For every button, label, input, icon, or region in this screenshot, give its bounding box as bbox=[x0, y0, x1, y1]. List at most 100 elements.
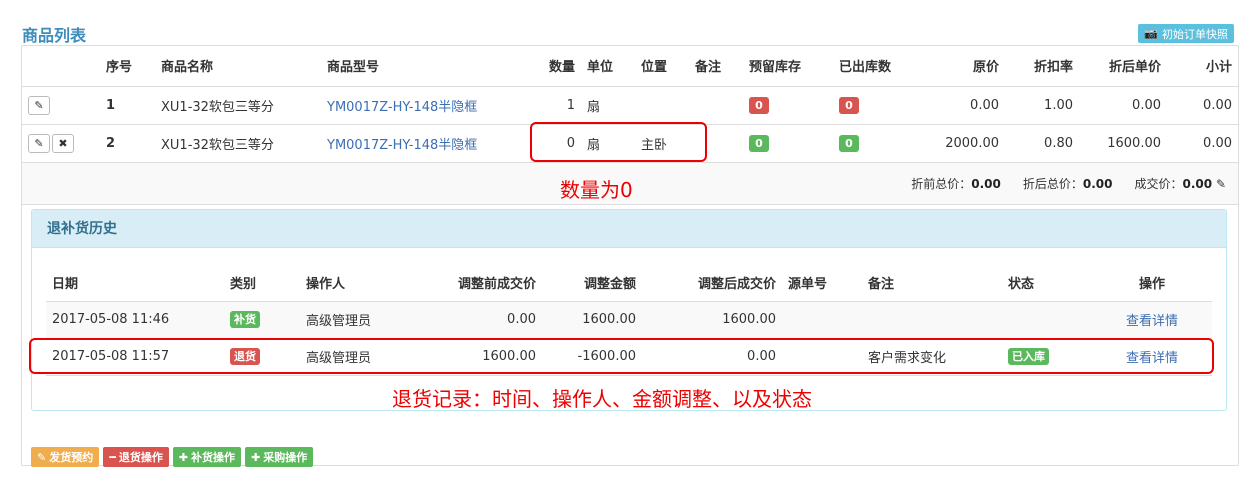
row-subtotal: 0.00 bbox=[1203, 135, 1232, 151]
deal-price: 成交价：0.00 ✎ bbox=[1134, 175, 1226, 192]
row-note bbox=[689, 86, 743, 124]
hist-before: 0.00 bbox=[507, 312, 536, 327]
col-model: 商品型号 bbox=[327, 60, 380, 76]
row-name: XU1-32软包三等分 bbox=[161, 137, 274, 153]
col-unit: 单位 bbox=[587, 60, 614, 76]
hcol-after: 调整后成交价 bbox=[642, 264, 782, 302]
hcol-status: 状态 bbox=[1002, 264, 1092, 302]
hcol-action: 操作 bbox=[1092, 264, 1212, 302]
ship-label: 发货预约 bbox=[49, 451, 94, 464]
history-row: 2017-05-08 11:46 补货 高级管理员 0.00 1600.00 1… bbox=[46, 301, 1212, 338]
deal-price-value: 0.00 bbox=[1182, 176, 1213, 191]
hist-status bbox=[1002, 301, 1092, 338]
purchase-label: 采购操作 bbox=[263, 451, 308, 464]
col-discount: 折扣率 bbox=[1033, 60, 1073, 76]
history-panel: 退补货历史 日期 类别 操作人 调整前成交价 调整金额 调整后成交价 源单号 备… bbox=[31, 209, 1227, 411]
total-after-label: 折后总价： bbox=[1022, 176, 1083, 191]
hist-date: 2017-05-08 11:46 bbox=[52, 312, 170, 327]
col-actions bbox=[22, 46, 100, 86]
col-reserved: 预留库存 bbox=[749, 60, 802, 76]
history-annotation-box bbox=[29, 338, 1214, 374]
shipped-badge: 0 bbox=[839, 134, 859, 152]
ship-appointment-button[interactable]: ✎ 发货预约 bbox=[31, 447, 100, 467]
row-discount: 1.00 bbox=[1044, 97, 1073, 113]
row-location bbox=[635, 86, 689, 124]
total-after: 折后总价：0.00 bbox=[1023, 175, 1113, 192]
deal-price-label: 成交价： bbox=[1134, 176, 1183, 191]
col-name: 商品名称 bbox=[161, 60, 214, 76]
hist-operator: 高级管理员 bbox=[306, 314, 372, 329]
col-note: 备注 bbox=[695, 60, 722, 76]
history-annotation: 退货记录：时间、操作人、金额调整、以及状态 bbox=[392, 387, 812, 411]
col-price: 原价 bbox=[972, 60, 999, 76]
goods-row: ✎ 1 XU1-32软包三等分 YM0017Z-HY-148半隐框 1 扇 0 … bbox=[22, 86, 1238, 124]
col-unit-after: 折后单价 bbox=[1108, 60, 1161, 76]
row-actions: ✎ ✖ bbox=[22, 124, 100, 162]
total-after-value: 0.00 bbox=[1082, 176, 1113, 191]
return-button[interactable]: ━ 退货操作 bbox=[103, 447, 169, 467]
col-seq: 序号 bbox=[106, 60, 133, 76]
hcol-amount: 调整金额 bbox=[542, 264, 642, 302]
row-price: 0.00 bbox=[970, 97, 999, 113]
history-header-row: 日期 类别 操作人 调整前成交价 调整金额 调整后成交价 源单号 备注 状态 操… bbox=[46, 264, 1212, 302]
qty-annotation: 数量为0 bbox=[560, 178, 633, 202]
qty-annotation-box bbox=[530, 122, 707, 162]
close-icon[interactable]: ✖ bbox=[52, 133, 74, 153]
hist-type: 补货 bbox=[224, 301, 300, 338]
row-subtotal: 0.00 bbox=[1203, 97, 1232, 113]
pencil-icon: ✎ bbox=[37, 450, 47, 464]
minus-icon: ━ bbox=[109, 450, 116, 464]
pencil-icon[interactable]: ✎ bbox=[28, 133, 50, 153]
row-model-link[interactable]: YM0017Z-HY-148半隐框 bbox=[321, 124, 521, 162]
view-detail-link[interactable]: 查看详情 bbox=[1092, 301, 1212, 338]
snapshot-label: 初始订单快照 bbox=[1162, 27, 1228, 41]
pencil-icon[interactable]: ✎ bbox=[1216, 177, 1226, 191]
row-unit-after: 1600.00 bbox=[1107, 135, 1161, 151]
plus-icon: ✚ bbox=[178, 450, 189, 464]
hist-note bbox=[862, 301, 1002, 338]
col-location: 位置 bbox=[641, 60, 668, 76]
hist-amount: 1600.00 bbox=[582, 312, 636, 327]
return-label: 退货操作 bbox=[118, 451, 163, 464]
history-title: 退补货历史 bbox=[32, 210, 1226, 248]
restock-label: 补货操作 bbox=[191, 451, 236, 464]
footer-actions: ✎ 发货预约 ━ 退货操作 ✚ 补货操作 ✚ 采购操作 bbox=[31, 447, 314, 467]
row-seq: 1 bbox=[106, 97, 116, 113]
hcol-source: 源单号 bbox=[782, 264, 862, 302]
purchase-button[interactable]: ✚ 采购操作 bbox=[245, 447, 314, 467]
row-shipped: 0 bbox=[833, 86, 923, 124]
restock-button[interactable]: ✚ 补货操作 bbox=[172, 447, 242, 467]
snapshot-button[interactable]: 📷 初始订单快照 bbox=[1138, 24, 1234, 43]
col-subtotal: 小计 bbox=[1205, 60, 1232, 76]
hcol-date: 日期 bbox=[46, 264, 224, 302]
total-before: 折前总价：0.00 bbox=[911, 175, 1001, 192]
hist-after: 1600.00 bbox=[722, 312, 776, 327]
col-shipped: 已出库数 bbox=[839, 60, 892, 76]
type-badge: 补货 bbox=[230, 311, 260, 328]
pencil-icon[interactable]: ✎ bbox=[28, 95, 50, 115]
row-seq: 2 bbox=[106, 135, 116, 151]
plus-icon: ✚ bbox=[251, 450, 261, 464]
reserved-badge: 0 bbox=[749, 96, 769, 114]
row-qty: 1 bbox=[566, 97, 575, 113]
hcol-type: 类别 bbox=[224, 264, 300, 302]
row-model-link[interactable]: YM0017Z-HY-148半隐框 bbox=[321, 86, 521, 124]
total-before-label: 折前总价： bbox=[911, 176, 972, 191]
hcol-before: 调整前成交价 bbox=[420, 264, 542, 302]
row-name: XU1-32软包三等分 bbox=[161, 99, 274, 115]
page-title: 商品列表 bbox=[22, 26, 87, 45]
hcol-operator: 操作人 bbox=[300, 264, 420, 302]
row-unit-after: 0.00 bbox=[1132, 97, 1161, 113]
reserved-badge: 0 bbox=[749, 134, 769, 152]
shipped-badge: 0 bbox=[839, 96, 859, 114]
col-qty: 数量 bbox=[548, 60, 575, 76]
row-reserved: 0 bbox=[743, 124, 833, 162]
total-before-value: 0.00 bbox=[971, 176, 1001, 191]
row-shipped: 0 bbox=[833, 124, 923, 162]
row-price: 2000.00 bbox=[945, 135, 999, 151]
row-actions: ✎ bbox=[22, 86, 100, 124]
page: 商品列表 📷 初始订单快照 序号 商品名称 商品型号 数量 单位 位置 备注 预… bbox=[0, 0, 1248, 493]
goods-header-row: 序号 商品名称 商品型号 数量 单位 位置 备注 预留库存 已出库数 原价 折扣… bbox=[22, 46, 1238, 86]
hist-source bbox=[782, 301, 862, 338]
row-discount: 0.80 bbox=[1044, 135, 1073, 151]
